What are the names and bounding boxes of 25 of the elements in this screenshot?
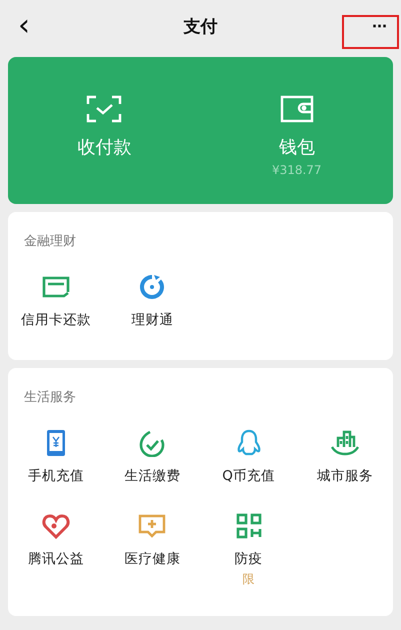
medical-icon [138,513,166,539]
section-title: 生活服务 [24,389,76,406]
service-item[interactable]: 理财通 [104,272,200,329]
more-button[interactable]: ··· [368,16,391,36]
service-item[interactable]: 腾讯公益 [8,511,104,588]
service-item[interactable]: Q币充值 [200,428,297,485]
heart-icon [42,513,70,539]
service-item[interactable]: 城市服务 [296,428,393,485]
service-item[interactable]: 医疗健康 [104,511,200,588]
wallet-icon [280,95,314,123]
phone-icon [46,429,66,457]
card-icon [42,276,70,298]
check-circle-icon [138,429,166,457]
back-button[interactable]: ‹ [12,11,36,41]
qr-code-icon [236,513,262,539]
service-item[interactable]: 信用卡还款 [8,272,104,329]
scan-icon [86,95,122,123]
penguin-icon [236,429,262,457]
buildings-icon [330,429,360,457]
service-item[interactable]: 防疫 限 [200,511,297,588]
page-title: 支付 [184,16,218,36]
swirl-icon [138,273,166,301]
section-title: 金融理财 [24,233,76,250]
service-item[interactable]: 生活缴费 [104,428,200,485]
service-item[interactable]: 手机充值 [8,428,104,485]
